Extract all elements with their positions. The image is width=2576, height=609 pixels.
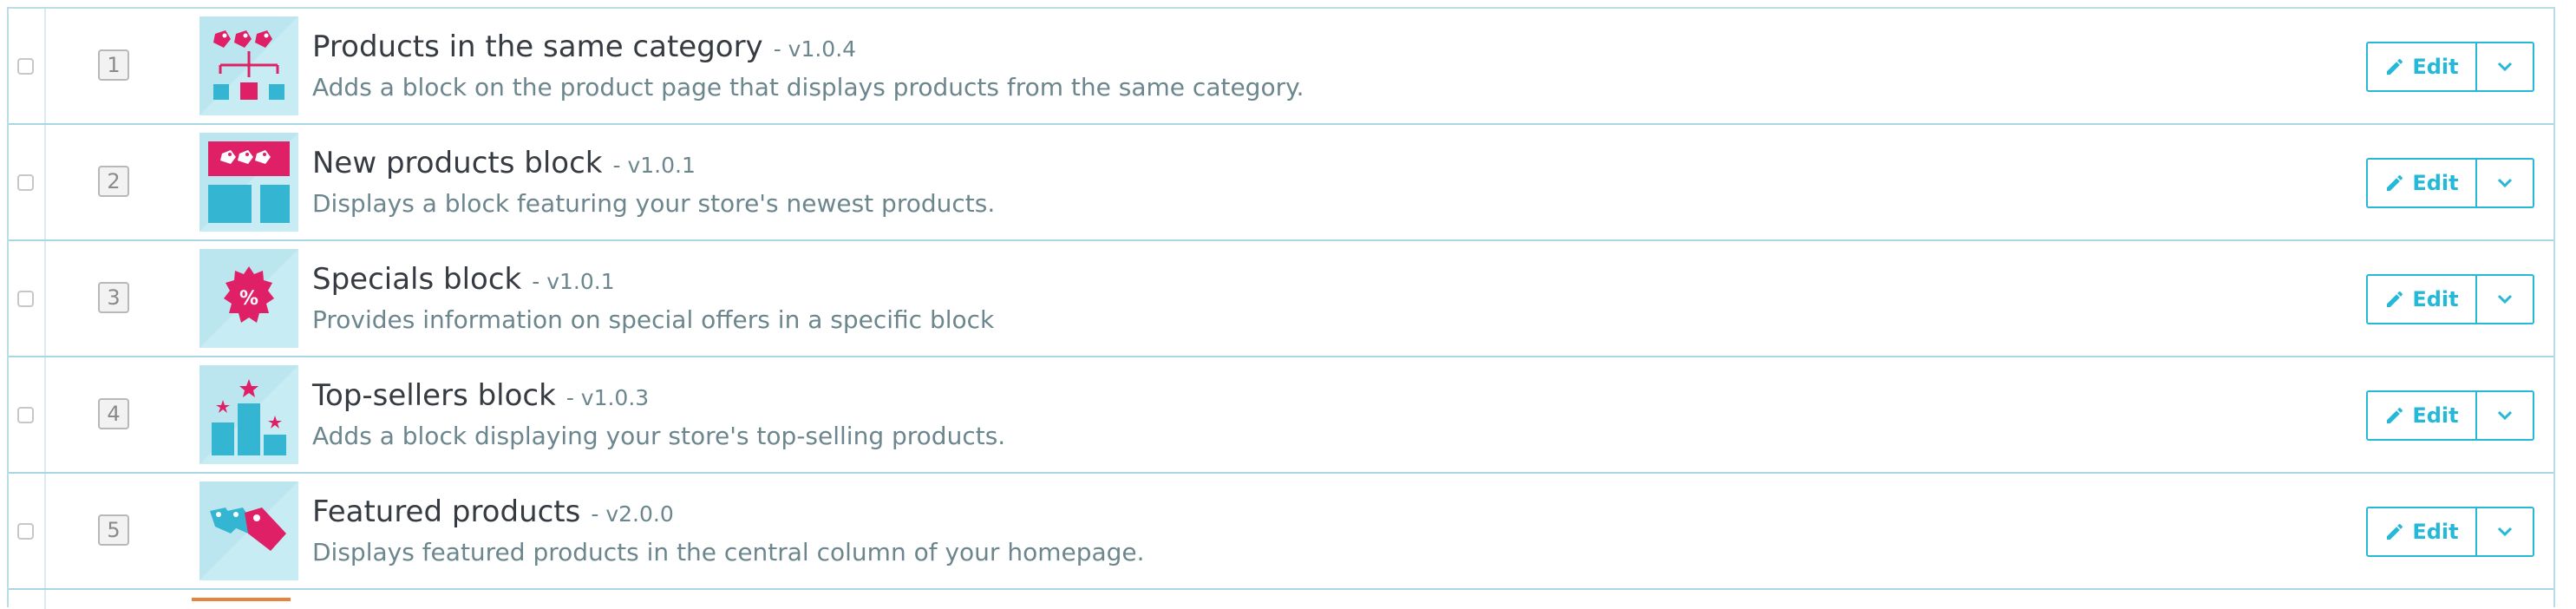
position-badge[interactable]: 2 xyxy=(98,166,129,197)
module-list: 1 Products in the same category - v1.0.4… xyxy=(7,7,2555,609)
module-name: Top-sellers block xyxy=(312,378,556,413)
module-name: Products in the same category xyxy=(312,29,763,64)
module-description: Adds a block displaying your store's top… xyxy=(312,422,1006,450)
row-select-checkbox[interactable] xyxy=(17,291,34,307)
row-select-checkbox[interactable] xyxy=(17,523,34,540)
edit-button[interactable]: Edit xyxy=(2366,274,2477,324)
edit-button[interactable]: Edit xyxy=(2366,390,2477,441)
module-version: - v1.0.4 xyxy=(773,36,857,62)
module-version: - v1.0.1 xyxy=(612,153,696,178)
module-description: Displays featured products in the centra… xyxy=(312,538,1145,566)
module-version: - v1.0.3 xyxy=(566,385,650,410)
edit-button[interactable]: Edit xyxy=(2366,42,2477,92)
edit-label: Edit xyxy=(2412,171,2459,195)
action-button-group: Edit xyxy=(2366,274,2534,324)
same-category-icon xyxy=(199,16,298,115)
row-select-checkbox[interactable] xyxy=(17,407,34,423)
pencil-icon xyxy=(2387,174,2403,191)
dropdown-toggle-button[interactable] xyxy=(2477,390,2534,441)
column-divider xyxy=(44,125,46,239)
action-button-group: Edit xyxy=(2366,158,2534,208)
table-row: 4 Top-sellers block - v1.0.3 Adds a block… xyxy=(9,357,2553,474)
dropdown-toggle-button[interactable] xyxy=(2477,274,2534,324)
module-description: Displays a block featuring your store's … xyxy=(312,189,996,218)
dropdown-toggle-button[interactable] xyxy=(2477,158,2534,208)
dropdown-toggle-button[interactable] xyxy=(2477,42,2534,92)
module-version: - v2.0.0 xyxy=(591,501,674,527)
table-row xyxy=(9,590,2553,609)
position-badge[interactable]: 1 xyxy=(98,49,129,81)
table-row: 2 New products block - v1.0.1 Displays a … xyxy=(9,125,2553,241)
chevron-down-icon xyxy=(2497,527,2513,537)
table-row: 1 Products in the same category - v1.0.4… xyxy=(9,9,2553,125)
module-description: Provides information on special offers i… xyxy=(312,305,995,334)
new-products-icon xyxy=(199,133,298,232)
featured-tags-icon xyxy=(199,481,298,580)
edit-label: Edit xyxy=(2412,403,2459,428)
chevron-down-icon xyxy=(2497,178,2513,188)
action-button-group: Edit xyxy=(2366,42,2534,92)
chevron-down-icon xyxy=(2497,62,2513,72)
action-button-group: Edit xyxy=(2366,507,2534,557)
pencil-icon xyxy=(2387,523,2403,540)
column-divider xyxy=(44,9,46,123)
edit-label: Edit xyxy=(2412,287,2459,311)
row-select-checkbox[interactable] xyxy=(17,58,34,75)
column-divider xyxy=(44,474,46,588)
action-button-group: Edit xyxy=(2366,390,2534,441)
table-row: 3 % Specials block - v1.0.1 Provides info… xyxy=(9,241,2553,357)
column-divider xyxy=(44,590,46,609)
pencil-icon xyxy=(2387,58,2403,75)
column-divider xyxy=(44,241,46,356)
svg-text:%: % xyxy=(239,288,258,310)
row-select-checkbox[interactable] xyxy=(17,174,34,191)
module-description: Adds a block on the product page that di… xyxy=(312,73,1304,102)
chevron-down-icon xyxy=(2497,294,2513,304)
module-thumbnail-partial xyxy=(192,598,291,601)
position-badge[interactable]: 3 xyxy=(98,282,129,313)
podium-icon xyxy=(199,365,298,464)
column-divider xyxy=(44,357,46,472)
module-name: Specials block xyxy=(312,262,522,297)
position-badge[interactable]: 5 xyxy=(98,514,129,546)
table-row: 5 Featured products - v2.0.0 Displays fea… xyxy=(9,474,2553,590)
dropdown-toggle-button[interactable] xyxy=(2477,507,2534,557)
percent-badge-icon: % xyxy=(199,249,298,348)
pencil-icon xyxy=(2387,407,2403,423)
module-name: Featured products xyxy=(312,494,581,529)
position-badge[interactable]: 4 xyxy=(98,398,129,429)
edit-label: Edit xyxy=(2412,520,2459,544)
module-version: - v1.0.1 xyxy=(532,269,615,294)
module-name: New products block xyxy=(312,146,603,180)
chevron-down-icon xyxy=(2497,410,2513,421)
pencil-icon xyxy=(2387,291,2403,307)
edit-button[interactable]: Edit xyxy=(2366,158,2477,208)
edit-button[interactable]: Edit xyxy=(2366,507,2477,557)
edit-label: Edit xyxy=(2412,55,2459,79)
